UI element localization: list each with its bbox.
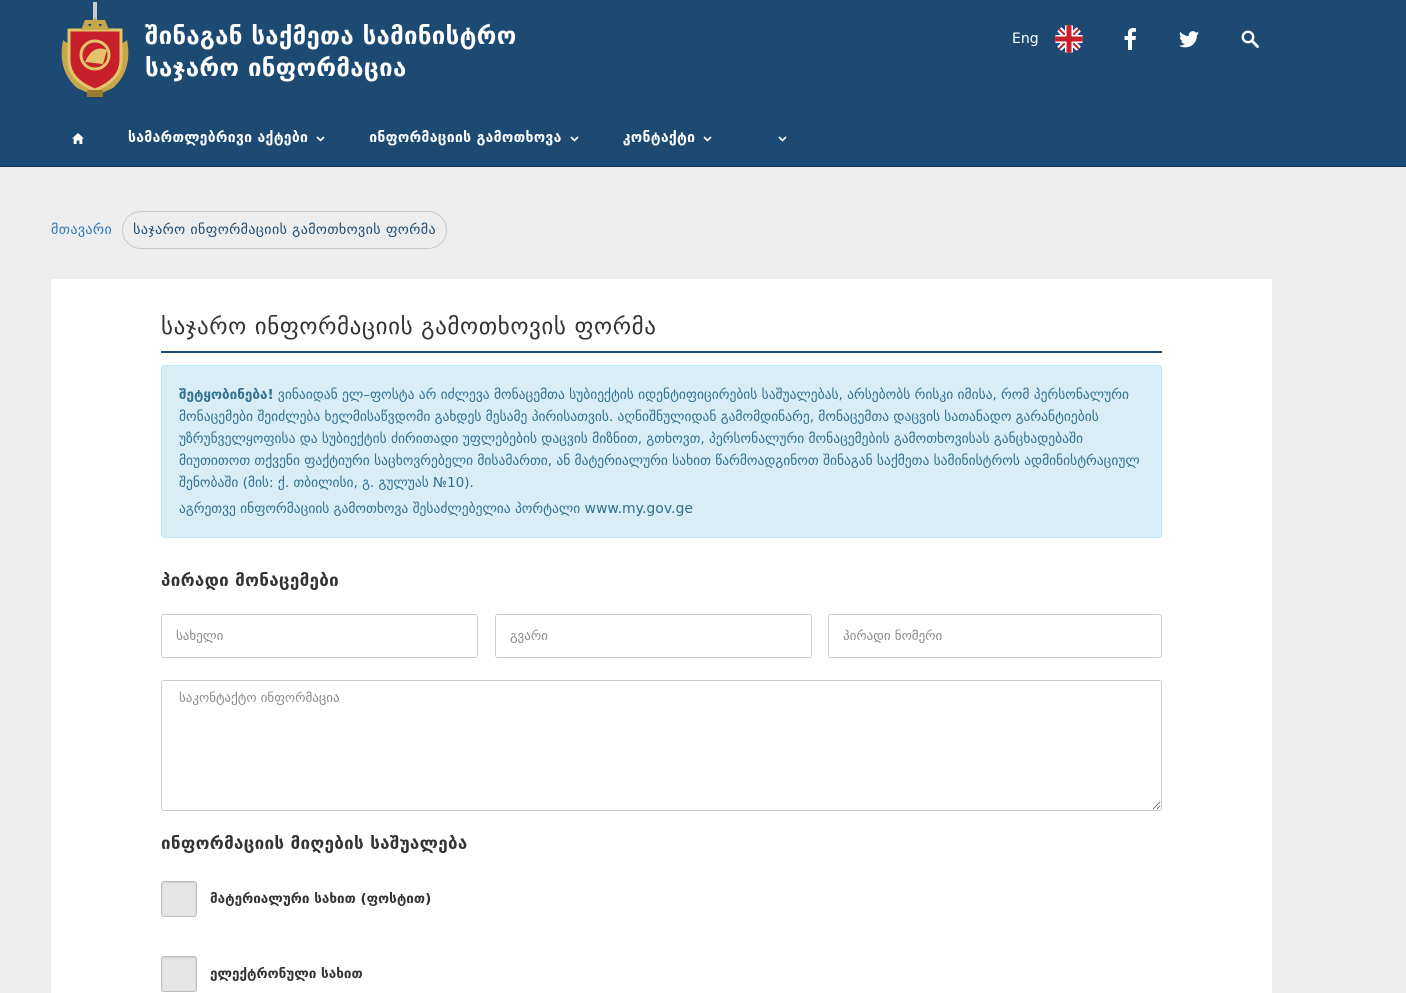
breadcrumb-current: საჯარო ინფორმაციის გამოთხოვის ფორმა <box>122 211 447 249</box>
page-title: საჯარო ინფორმაციის გამოთხოვის ფორმა <box>161 314 657 340</box>
site-header: შინაგან საქმეთა სამინისტრო საჯარო ინფორმ… <box>0 0 1406 167</box>
receive-method-heading: ინფორმაციის მიღების საშუალება <box>161 834 468 854</box>
chevron-down-icon <box>570 130 579 146</box>
site-title-line2: საჯარო ინფორმაცია <box>145 54 407 82</box>
nav-item-label: კონტაქტი <box>622 130 696 146</box>
option-electronic[interactable]: ელექტრონული სახით <box>161 956 363 992</box>
nav-item-information-request[interactable]: ინფორმაციის გამოთხოვა <box>369 130 579 146</box>
site-title[interactable]: შინაგან საქმეთა სამინისტრო საჯარო ინფორმ… <box>145 20 517 84</box>
title-divider <box>161 351 1162 353</box>
notice-bold: შეტყობინება! <box>179 387 274 403</box>
home-icon[interactable] <box>62 118 94 158</box>
notice-paragraph: შეტყობინება! ვინაიდან ელ–ფოსტა არ იძლევა… <box>179 384 1144 494</box>
main-nav: სამართლებრივი აქტები ინფორმაციის გამოთხო… <box>62 118 831 158</box>
material-checkbox[interactable] <box>161 881 197 917</box>
site-title-line1: შინაგან საქმეთა სამინისტრო <box>145 22 517 50</box>
portal-link[interactable]: www.my.gov.ge <box>585 501 694 517</box>
portal-paragraph: აგრეთვე ინფორმაციის გამოთხოვა შესაძლებელ… <box>179 498 1144 520</box>
name-input[interactable] <box>161 614 478 658</box>
surname-input[interactable] <box>495 614 812 658</box>
electronic-checkbox[interactable] <box>161 956 197 992</box>
option-material[interactable]: მატერიალური სახით (ფოსტით) <box>161 881 431 917</box>
nav-item-more[interactable] <box>770 130 787 146</box>
breadcrumb-home-link[interactable]: მთავარი <box>51 222 112 238</box>
facebook-icon[interactable] <box>1123 28 1137 50</box>
search-icon[interactable] <box>1241 30 1259 48</box>
nav-item-label: სამართლებრივი აქტები <box>128 130 309 146</box>
contact-info-textarea[interactable] <box>161 680 1162 811</box>
chevron-down-icon <box>703 130 712 146</box>
nav-item-legal-acts[interactable]: სამართლებრივი აქტები <box>128 130 325 146</box>
breadcrumb: მთავარი საჯარო ინფორმაციის გამოთხოვის ფო… <box>51 211 447 249</box>
nav-item-label: ინფორმაციის გამოთხოვა <box>369 130 562 146</box>
personal-number-input[interactable] <box>828 614 1162 658</box>
twitter-icon[interactable] <box>1178 30 1199 48</box>
nav-item-contact[interactable]: კონტაქტი <box>623 130 713 146</box>
form-card: საჯარო ინფორმაციის გამოთხოვის ფორმა შეტყ… <box>51 279 1272 993</box>
portal-text: აგრეთვე ინფორმაციის გამოთხოვა შესაძლებელ… <box>179 501 581 517</box>
notice-text: ვინაიდან ელ–ფოსტა არ იძლევა მონაცემთა სუ… <box>179 387 1140 491</box>
chevron-down-icon <box>778 130 787 146</box>
material-label[interactable]: მატერიალური სახით (ფოსტით) <box>210 891 431 907</box>
notice-alert: შეტყობინება! ვინაიდან ელ–ფოსტა არ იძლევა… <box>161 365 1162 538</box>
chevron-down-icon <box>316 130 325 146</box>
language-switch[interactable]: Eng <box>1012 31 1039 47</box>
electronic-label[interactable]: ელექტრონული სახით <box>210 966 363 982</box>
personal-data-heading: პირადი მონაცემები <box>161 571 340 591</box>
ministry-emblem-logo[interactable] <box>55 0 135 100</box>
header-toolbar: Eng <box>1012 22 1259 56</box>
uk-flag-icon[interactable] <box>1054 25 1083 53</box>
